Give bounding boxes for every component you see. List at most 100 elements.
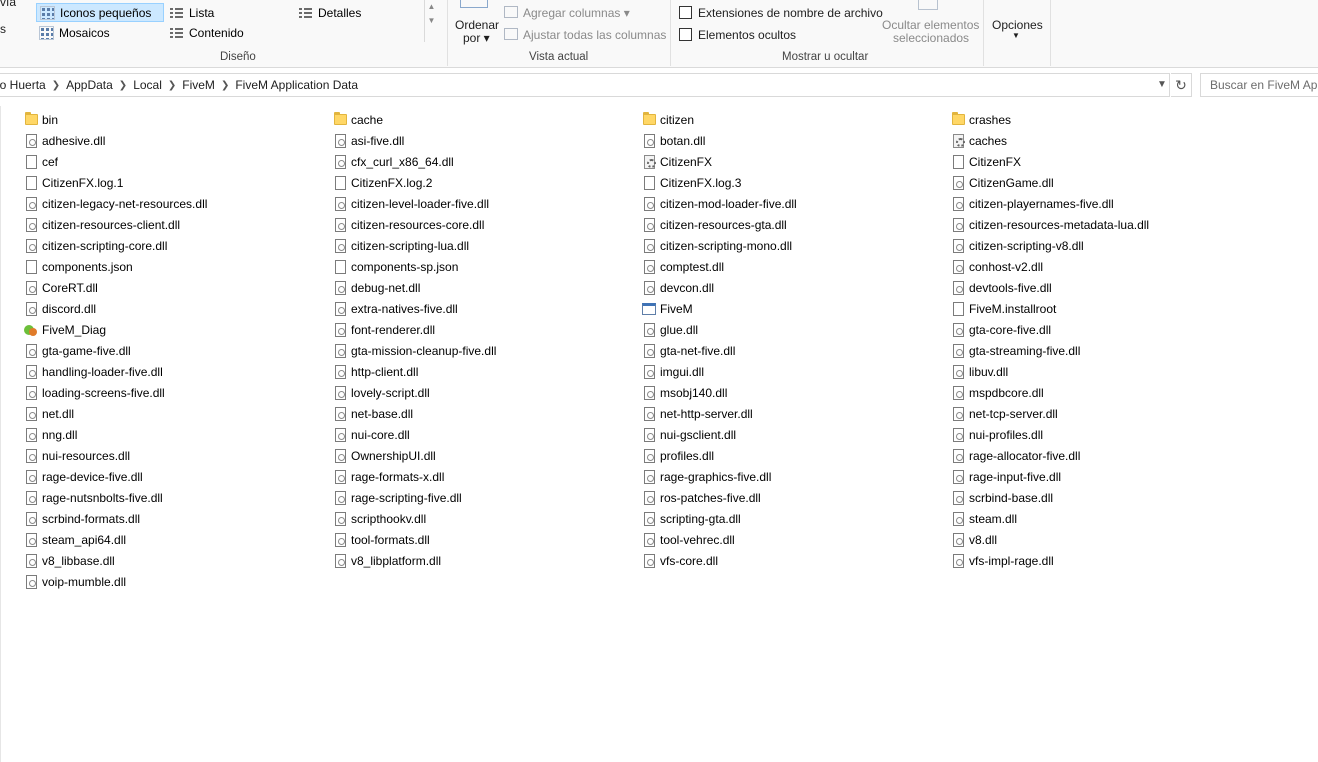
chevron-right-icon[interactable]: ❯ <box>168 80 176 91</box>
file-item[interactable]: gta-mission-cleanup-five.dll <box>332 340 496 361</box>
file-item[interactable]: rage-input-five.dll <box>950 466 1149 487</box>
layout-tiles[interactable]: Mosaicos <box>36 23 110 42</box>
chevron-right-icon[interactable]: ❯ <box>119 80 127 91</box>
layout-content[interactable]: Contenido <box>166 23 244 42</box>
sort-by-label-2[interactable]: por ▾ <box>463 31 490 45</box>
file-item[interactable]: rage-scripting-five.dll <box>332 487 496 508</box>
file-item[interactable]: net-tcp-server.dll <box>950 403 1149 424</box>
file-item[interactable]: citizen-legacy-net-resources.dll <box>23 193 207 214</box>
file-item[interactable]: steam.dll <box>950 508 1149 529</box>
file-item[interactable]: v8_libbase.dll <box>23 550 207 571</box>
file-item[interactable]: adhesive.dll <box>23 130 207 151</box>
file-item[interactable]: devtools-five.dll <box>950 277 1149 298</box>
file-item[interactable]: msobj140.dll <box>641 382 797 403</box>
file-item[interactable]: font-renderer.dll <box>332 319 496 340</box>
file-extensions-checkbox[interactable] <box>679 6 692 19</box>
file-item[interactable]: vfs-core.dll <box>641 550 797 571</box>
file-item[interactable]: imgui.dll <box>641 361 797 382</box>
file-item[interactable]: citizen-level-loader-five.dll <box>332 193 496 214</box>
file-item[interactable]: scrbind-base.dll <box>950 487 1149 508</box>
file-item[interactable]: debug-net.dll <box>332 277 496 298</box>
breadcrumb-item[interactable]: FiveM Application Data <box>229 78 364 92</box>
file-item[interactable]: http-client.dll <box>332 361 496 382</box>
file-item[interactable]: components.json <box>23 256 207 277</box>
layout-list[interactable]: Lista <box>166 3 214 22</box>
file-item[interactable]: net-http-server.dll <box>641 403 797 424</box>
file-item[interactable]: v8_libplatform.dll <box>332 550 496 571</box>
file-item[interactable]: net.dll <box>23 403 207 424</box>
file-item[interactable]: nui-profiles.dll <box>950 424 1149 445</box>
address-field[interactable]: do Huerta ❯ AppData ❯ Local ❯ FiveM ❯ Fi… <box>0 73 1170 97</box>
options-dropdown-icon[interactable]: ▼ <box>1012 31 1020 40</box>
file-item[interactable]: citizen-resources-gta.dll <box>641 214 797 235</box>
chevron-right-icon[interactable]: ❯ <box>52 80 60 91</box>
file-item[interactable]: glue.dll <box>641 319 797 340</box>
file-item[interactable]: v8.dll <box>950 529 1149 550</box>
file-item[interactable]: caches <box>950 130 1149 151</box>
file-item[interactable]: citizen-playernames-five.dll <box>950 193 1149 214</box>
file-extensions-label[interactable]: Extensiones de nombre de archivo <box>698 6 883 20</box>
file-item[interactable]: citizen-resources-metadata-lua.dll <box>950 214 1149 235</box>
file-item[interactable]: citizen-scripting-lua.dll <box>332 235 496 256</box>
file-item[interactable]: cfx_curl_x86_64.dll <box>332 151 496 172</box>
file-item[interactable]: profiles.dll <box>641 445 797 466</box>
file-item[interactable]: gta-game-five.dll <box>23 340 207 361</box>
layout-details[interactable]: Detalles <box>295 3 361 22</box>
file-item[interactable]: rage-formats-x.dll <box>332 466 496 487</box>
search-input[interactable]: Buscar en FiveM Application Data <box>1200 73 1318 97</box>
file-item[interactable]: nui-core.dll <box>332 424 496 445</box>
file-item[interactable]: discord.dll <box>23 298 207 319</box>
file-item[interactable]: libuv.dll <box>950 361 1149 382</box>
file-item[interactable]: CitizenGame.dll <box>950 172 1149 193</box>
file-item[interactable]: net-base.dll <box>332 403 496 424</box>
file-item[interactable]: gta-core-five.dll <box>950 319 1149 340</box>
file-item[interactable]: conhost-v2.dll <box>950 256 1149 277</box>
file-item[interactable]: comptest.dll <box>641 256 797 277</box>
chevron-up-icon[interactable]: ▲ <box>425 0 438 14</box>
file-item[interactable]: CitizenFX.log.1 <box>23 172 207 193</box>
breadcrumb-item[interactable]: Local <box>127 78 168 92</box>
file-item[interactable]: citizen-scripting-mono.dll <box>641 235 797 256</box>
file-item[interactable]: gta-net-five.dll <box>641 340 797 361</box>
refresh-icon[interactable]: ↻ <box>1171 73 1192 97</box>
file-item[interactable]: mspdbcore.dll <box>950 382 1149 403</box>
file-item[interactable]: cache <box>332 109 496 130</box>
file-item[interactable]: FiveM <box>641 298 797 319</box>
file-item[interactable]: components-sp.json <box>332 256 496 277</box>
file-item[interactable]: FiveM_Diag <box>23 319 207 340</box>
file-item[interactable]: loading-screens-five.dll <box>23 382 207 403</box>
file-item[interactable]: CoreRT.dll <box>23 277 207 298</box>
file-item[interactable]: CitizenFX <box>950 151 1149 172</box>
file-item[interactable]: rage-device-five.dll <box>23 466 207 487</box>
layout-small-icons[interactable]: Iconos pequeños <box>36 3 164 22</box>
breadcrumb-item[interactable]: do Huerta <box>0 78 52 92</box>
file-item[interactable]: citizen <box>641 109 797 130</box>
file-item[interactable]: asi-five.dll <box>332 130 496 151</box>
file-item[interactable]: CitizenFX.log.3 <box>641 172 797 193</box>
file-item[interactable]: scripthookv.dll <box>332 508 496 529</box>
file-item[interactable]: tool-formats.dll <box>332 529 496 550</box>
hidden-items-label[interactable]: Elementos ocultos <box>698 28 796 42</box>
file-item[interactable]: gta-streaming-five.dll <box>950 340 1149 361</box>
options-button[interactable]: Opciones <box>992 18 1043 32</box>
file-item[interactable]: OwnershipUI.dll <box>332 445 496 466</box>
file-item[interactable]: lovely-script.dll <box>332 382 496 403</box>
file-item[interactable]: citizen-mod-loader-five.dll <box>641 193 797 214</box>
file-item[interactable]: citizen-scripting-v8.dll <box>950 235 1149 256</box>
breadcrumb-item[interactable]: FiveM <box>176 78 221 92</box>
file-item[interactable]: CitizenFX <box>641 151 797 172</box>
chevron-down-icon[interactable]: ▼ <box>1155 76 1169 94</box>
file-item[interactable]: scripting-gta.dll <box>641 508 797 529</box>
sort-by-label[interactable]: Ordenar <box>455 18 499 32</box>
file-item[interactable]: CitizenFX.log.2 <box>332 172 496 193</box>
file-item[interactable]: crashes <box>950 109 1149 130</box>
file-item[interactable]: citizen-scripting-core.dll <box>23 235 207 256</box>
file-item[interactable]: voip-mumble.dll <box>23 571 207 592</box>
file-item[interactable]: rage-allocator-five.dll <box>950 445 1149 466</box>
file-item[interactable]: extra-natives-five.dll <box>332 298 496 319</box>
file-item[interactable]: scrbind-formats.dll <box>23 508 207 529</box>
file-item[interactable]: ros-patches-five.dll <box>641 487 797 508</box>
file-item[interactable]: handling-loader-five.dll <box>23 361 207 382</box>
file-item[interactable]: nui-gsclient.dll <box>641 424 797 445</box>
file-item[interactable]: tool-vehrec.dll <box>641 529 797 550</box>
